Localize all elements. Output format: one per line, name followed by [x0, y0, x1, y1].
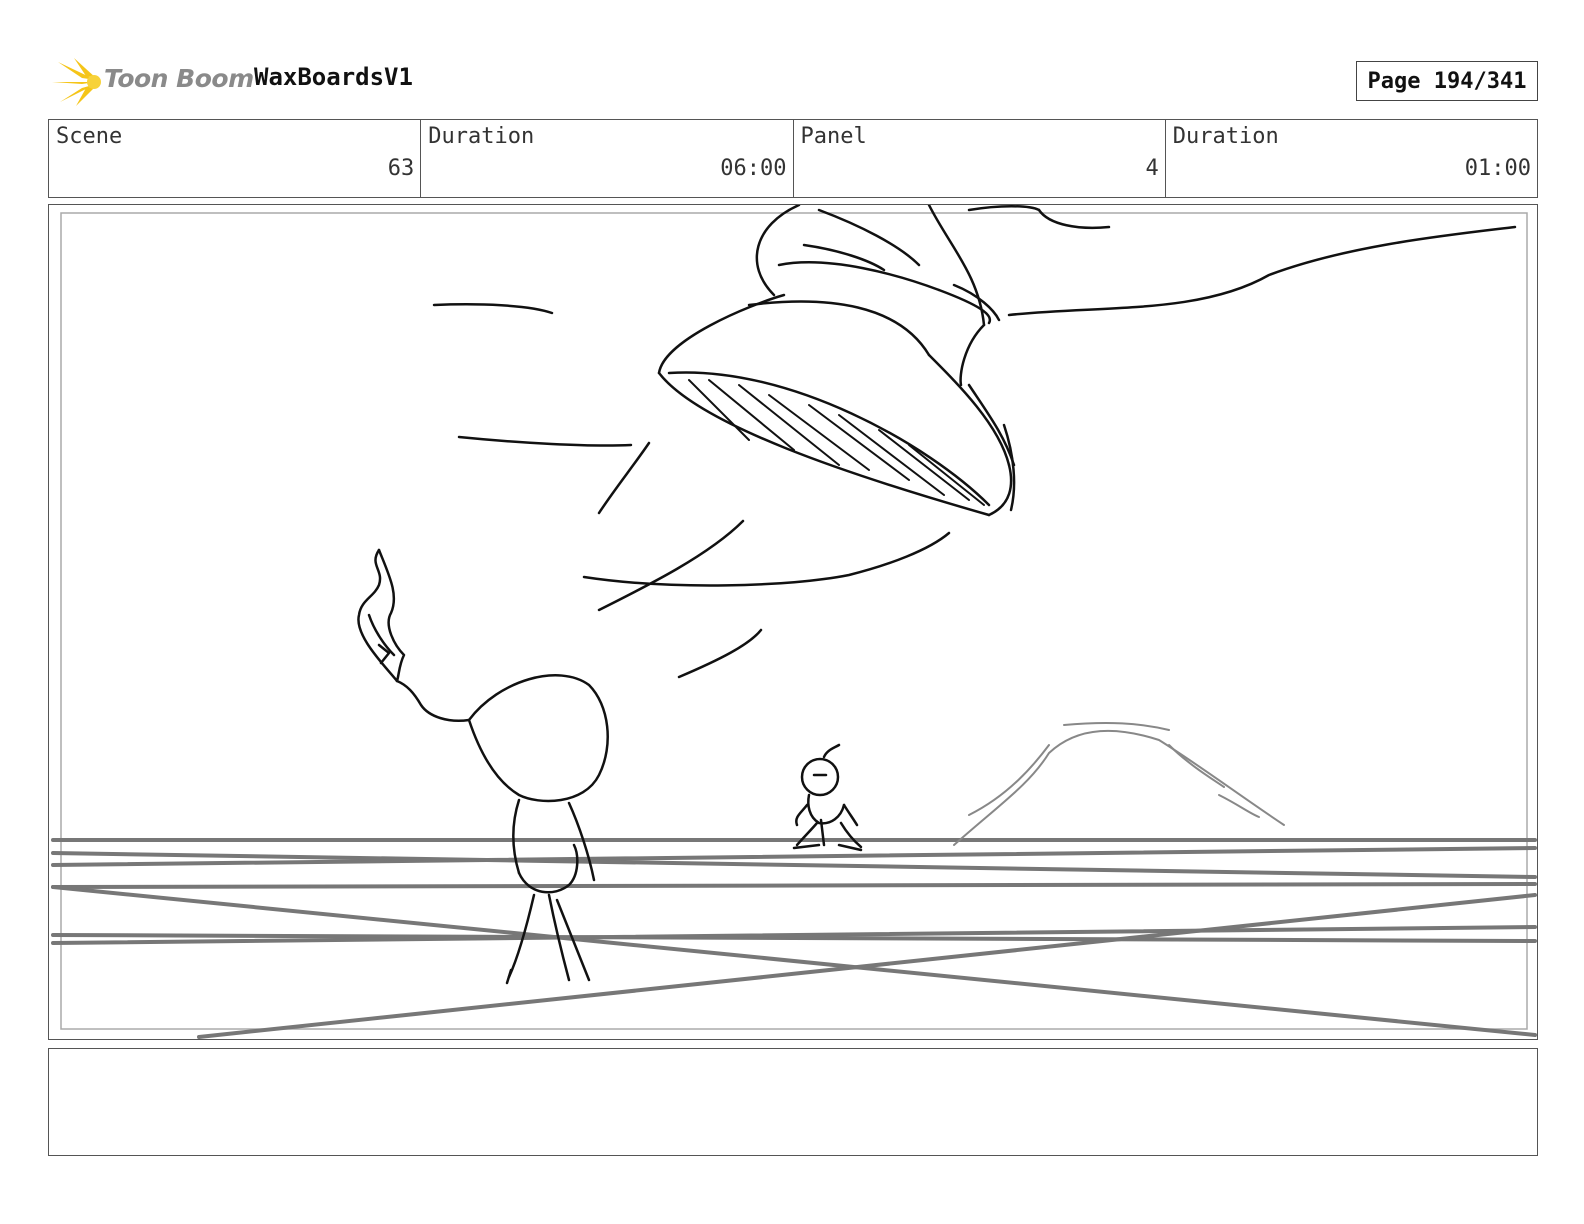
page-counter: Page 194/341 — [1356, 61, 1538, 101]
panel-label: Panel — [800, 124, 867, 149]
scene-cell: Scene 63 — [49, 120, 422, 197]
storyboard-sketch — [51, 205, 1537, 1039]
giant-foot-sketch — [657, 205, 1517, 517]
scene-duration-cell: Duration 06:00 — [421, 120, 794, 197]
logo-text: Toon Boom — [104, 64, 254, 93]
big-character-sketch — [357, 548, 609, 985]
ground-guide-lines — [51, 838, 1537, 1039]
scene-label: Scene — [56, 124, 123, 149]
scene-duration-value: 06:00 — [720, 156, 787, 181]
panel-cell: Panel 4 — [794, 120, 1166, 197]
scene-duration-label: Duration — [428, 124, 535, 149]
scene-value: 63 — [387, 156, 415, 181]
motion-lines — [432, 303, 951, 679]
star-burst-icon — [52, 58, 101, 106]
panel-value: 4 — [1145, 156, 1159, 181]
project-title: WaxBoardsV1 — [254, 63, 413, 91]
storyboard-panel — [48, 204, 1538, 1040]
panel-duration-cell: Duration 01:00 — [1166, 120, 1537, 197]
panel-info-row: Scene 63 Duration 06:00 Panel 4 Duration… — [48, 119, 1538, 198]
panel-duration-value: 01:00 — [1464, 156, 1531, 181]
mountain-sketch — [953, 721, 1285, 846]
panel-notes-box[interactable] — [48, 1048, 1538, 1156]
panel-duration-label: Duration — [1172, 124, 1279, 149]
sole-hatching — [688, 379, 985, 506]
small-character-sketch — [792, 743, 863, 852]
safe-frame — [60, 212, 1528, 1030]
